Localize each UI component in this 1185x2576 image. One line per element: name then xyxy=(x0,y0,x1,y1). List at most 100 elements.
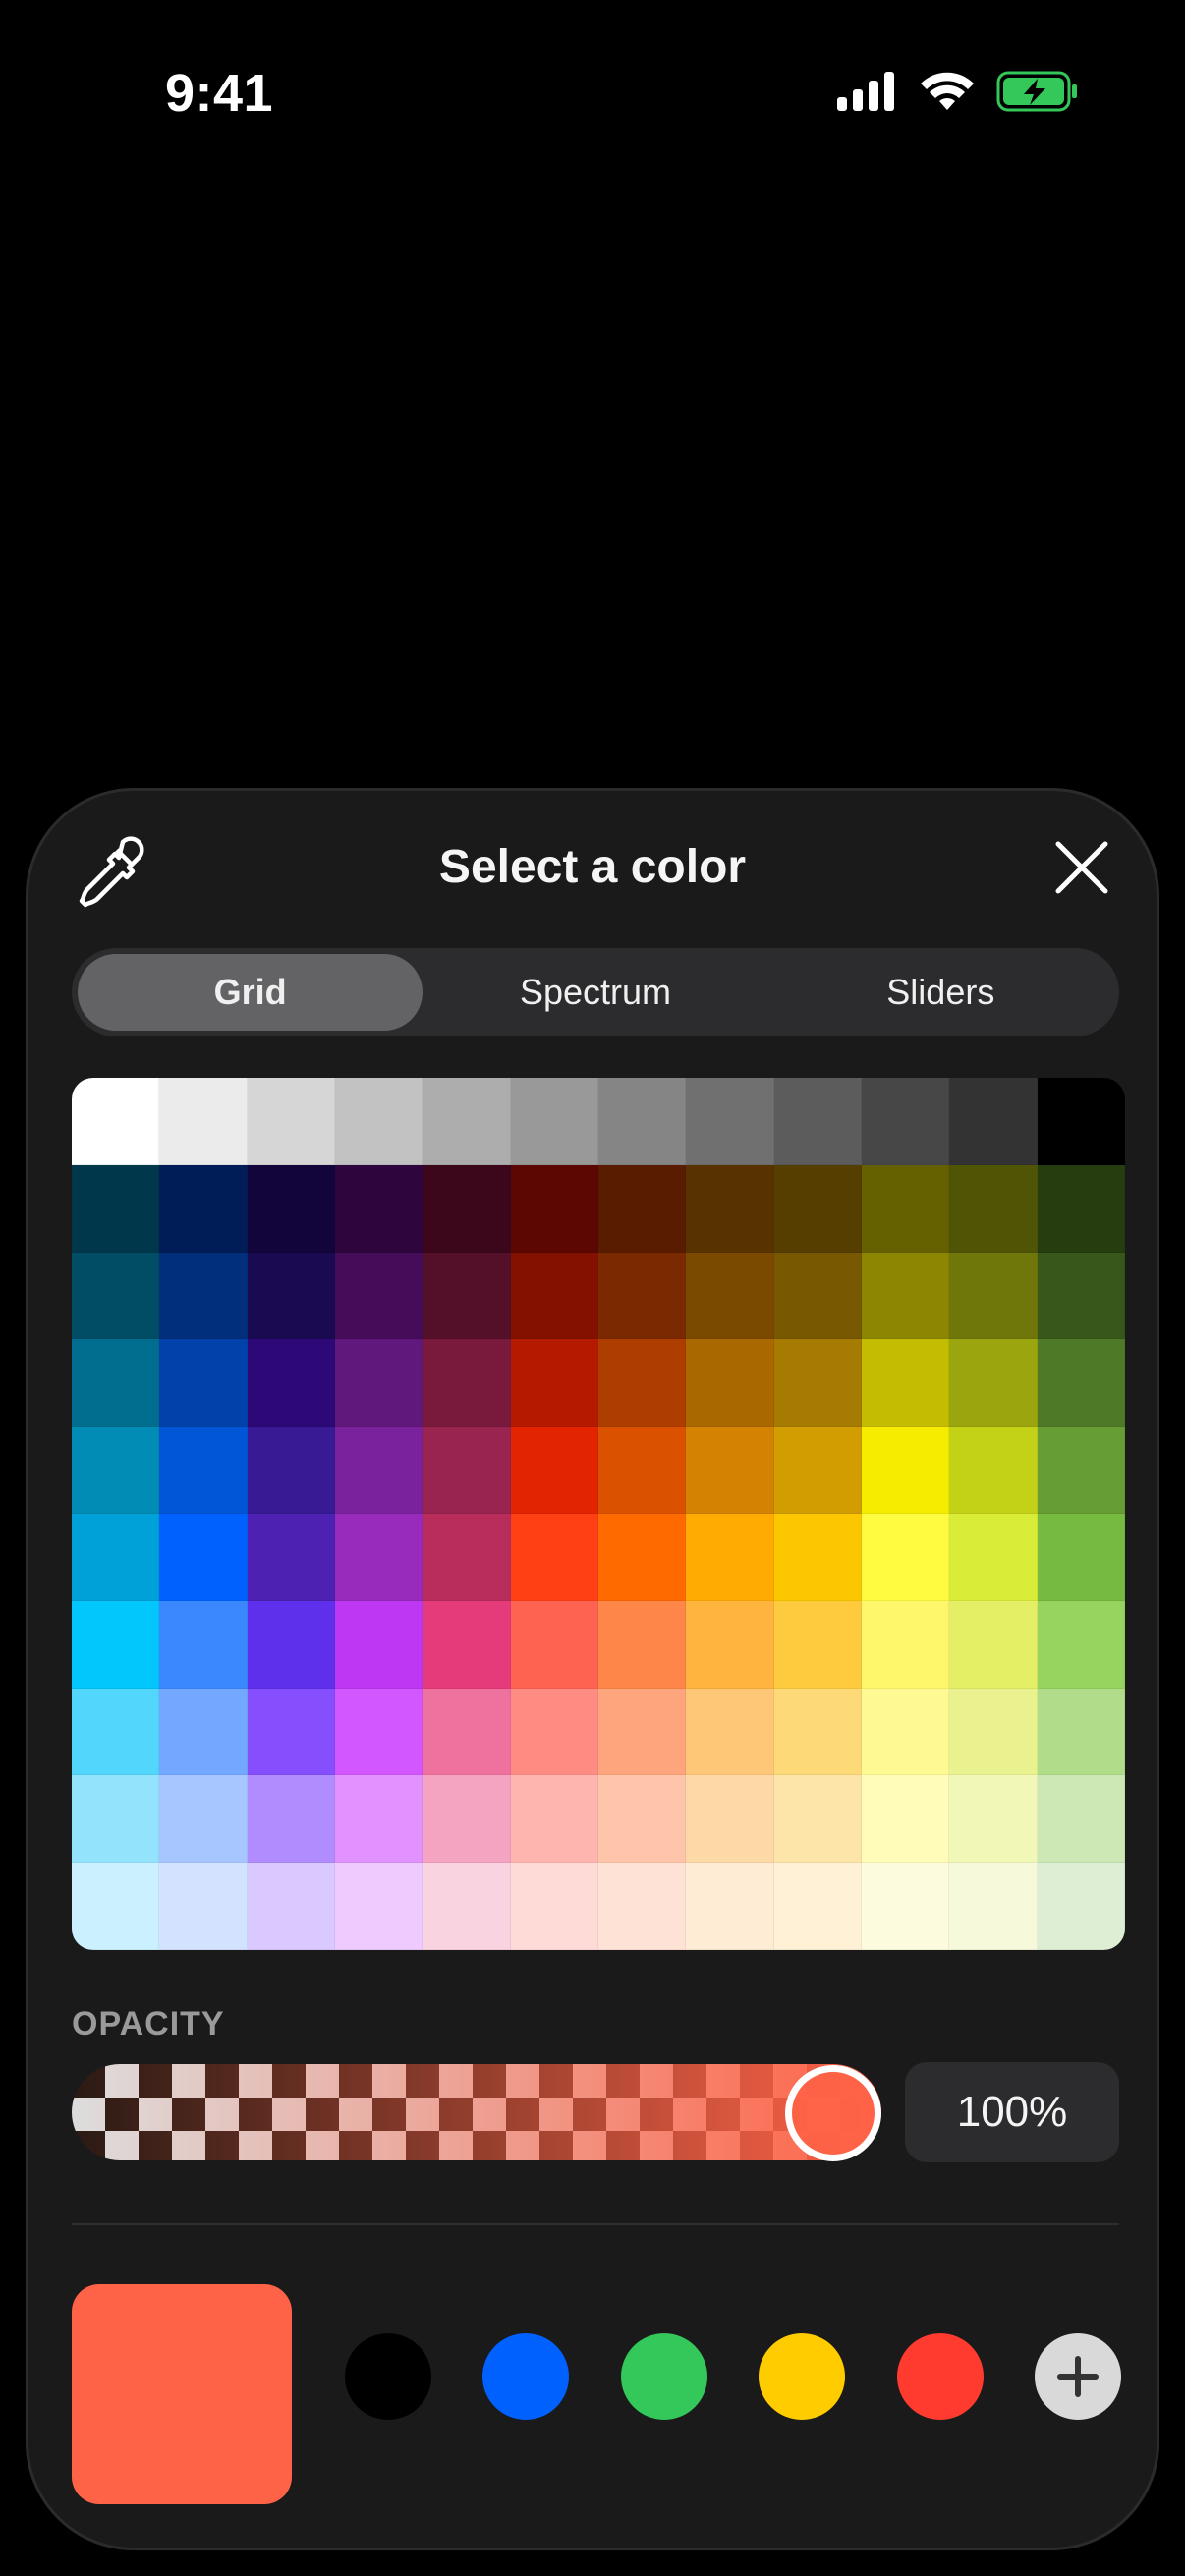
color-cell[interactable] xyxy=(598,1339,687,1428)
color-cell[interactable] xyxy=(423,1427,511,1514)
color-cell[interactable] xyxy=(773,1775,862,1864)
color-cell[interactable] xyxy=(862,1514,950,1601)
color-cell[interactable] xyxy=(335,1252,423,1340)
color-cell[interactable] xyxy=(686,1078,774,1165)
color-cell[interactable] xyxy=(686,1775,774,1864)
color-cell[interactable] xyxy=(949,1164,1038,1253)
color-cell[interactable] xyxy=(335,1863,423,1950)
color-cell[interactable] xyxy=(949,1427,1038,1514)
color-cell[interactable] xyxy=(773,1427,862,1514)
color-cell[interactable] xyxy=(949,1775,1038,1864)
color-cell[interactable] xyxy=(862,1600,950,1689)
opacity-value-field[interactable]: 100% xyxy=(905,2062,1119,2162)
color-cell[interactable] xyxy=(335,1775,423,1864)
color-cell[interactable] xyxy=(247,1339,335,1428)
color-cell[interactable] xyxy=(773,1688,862,1776)
color-cell[interactable] xyxy=(1037,1339,1125,1428)
color-cell[interactable] xyxy=(1037,1427,1125,1514)
color-cell[interactable] xyxy=(510,1078,598,1165)
color-cell[interactable] xyxy=(247,1775,335,1864)
color-cell[interactable] xyxy=(1037,1078,1125,1165)
color-cell[interactable] xyxy=(773,1514,862,1601)
color-cell[interactable] xyxy=(72,1339,160,1428)
color-cell[interactable] xyxy=(72,1514,160,1601)
color-cell[interactable] xyxy=(949,1688,1038,1776)
color-cell[interactable] xyxy=(1037,1775,1125,1864)
color-cell[interactable] xyxy=(510,1514,598,1601)
color-cell[interactable] xyxy=(159,1427,248,1514)
color-cell[interactable] xyxy=(598,1775,687,1864)
color-cell[interactable] xyxy=(686,1863,774,1950)
color-cell[interactable] xyxy=(72,1863,160,1950)
color-cell[interactable] xyxy=(1037,1252,1125,1340)
color-cell[interactable] xyxy=(1037,1514,1125,1601)
color-cell[interactable] xyxy=(686,1339,774,1428)
color-cell[interactable] xyxy=(598,1514,687,1601)
color-cell[interactable] xyxy=(247,1164,335,1253)
saved-color-yellow[interactable] xyxy=(759,2333,846,2420)
tab-sliders[interactable]: Sliders xyxy=(768,954,1113,1031)
color-cell[interactable] xyxy=(862,1427,950,1514)
color-cell[interactable] xyxy=(247,1600,335,1689)
color-cell[interactable] xyxy=(510,1252,598,1340)
color-cell[interactable] xyxy=(949,1600,1038,1689)
color-cell[interactable] xyxy=(510,1688,598,1776)
color-cell[interactable] xyxy=(72,1775,160,1864)
color-cell[interactable] xyxy=(247,1863,335,1950)
color-cell[interactable] xyxy=(862,1775,950,1864)
color-cell[interactable] xyxy=(72,1164,160,1253)
color-cell[interactable] xyxy=(773,1164,862,1253)
color-cell[interactable] xyxy=(335,1600,423,1689)
color-cell[interactable] xyxy=(773,1600,862,1689)
color-cell[interactable] xyxy=(862,1339,950,1428)
color-cell[interactable] xyxy=(423,1164,511,1253)
color-cell[interactable] xyxy=(949,1863,1038,1950)
color-cell[interactable] xyxy=(773,1078,862,1165)
color-cell[interactable] xyxy=(335,1164,423,1253)
color-cell[interactable] xyxy=(598,1164,687,1253)
color-cell[interactable] xyxy=(773,1863,862,1950)
color-cell[interactable] xyxy=(1037,1164,1125,1253)
color-cell[interactable] xyxy=(335,1427,423,1514)
opacity-slider-track[interactable] xyxy=(72,2064,881,2160)
color-cell[interactable] xyxy=(335,1078,423,1165)
color-cell[interactable] xyxy=(510,1775,598,1864)
color-cell[interactable] xyxy=(423,1252,511,1340)
color-cell[interactable] xyxy=(72,1600,160,1689)
saved-color-blue[interactable] xyxy=(482,2333,570,2420)
color-cell[interactable] xyxy=(510,1427,598,1514)
color-cell[interactable] xyxy=(598,1427,687,1514)
color-cell[interactable] xyxy=(423,1775,511,1864)
color-cell[interactable] xyxy=(510,1164,598,1253)
color-cell[interactable] xyxy=(159,1600,248,1689)
color-cell[interactable] xyxy=(862,1164,950,1253)
color-cell[interactable] xyxy=(247,1078,335,1165)
color-cell[interactable] xyxy=(159,1164,248,1253)
color-cell[interactable] xyxy=(949,1252,1038,1340)
color-cell[interactable] xyxy=(159,1339,248,1428)
color-cell[interactable] xyxy=(159,1688,248,1776)
tab-spectrum[interactable]: Spectrum xyxy=(423,954,767,1031)
close-icon[interactable] xyxy=(1052,838,1111,897)
add-color-button[interactable] xyxy=(1034,2333,1121,2420)
color-cell[interactable] xyxy=(598,1252,687,1340)
color-cell[interactable] xyxy=(247,1688,335,1776)
color-cell[interactable] xyxy=(423,1600,511,1689)
color-cell[interactable] xyxy=(1037,1863,1125,1950)
color-cell[interactable] xyxy=(949,1078,1038,1165)
color-cell[interactable] xyxy=(159,1514,248,1601)
color-cell[interactable] xyxy=(598,1688,687,1776)
color-cell[interactable] xyxy=(335,1688,423,1776)
color-cell[interactable] xyxy=(247,1514,335,1601)
color-cell[interactable] xyxy=(949,1514,1038,1601)
color-cell[interactable] xyxy=(159,1775,248,1864)
color-cell[interactable] xyxy=(423,1863,511,1950)
color-cell[interactable] xyxy=(598,1863,687,1950)
color-cell[interactable] xyxy=(72,1427,160,1514)
saved-color-black[interactable] xyxy=(345,2333,431,2420)
color-cell[interactable] xyxy=(510,1339,598,1428)
color-cell[interactable] xyxy=(862,1688,950,1776)
color-cell[interactable] xyxy=(247,1252,335,1340)
color-cell[interactable] xyxy=(773,1252,862,1340)
color-cell[interactable] xyxy=(72,1252,160,1340)
